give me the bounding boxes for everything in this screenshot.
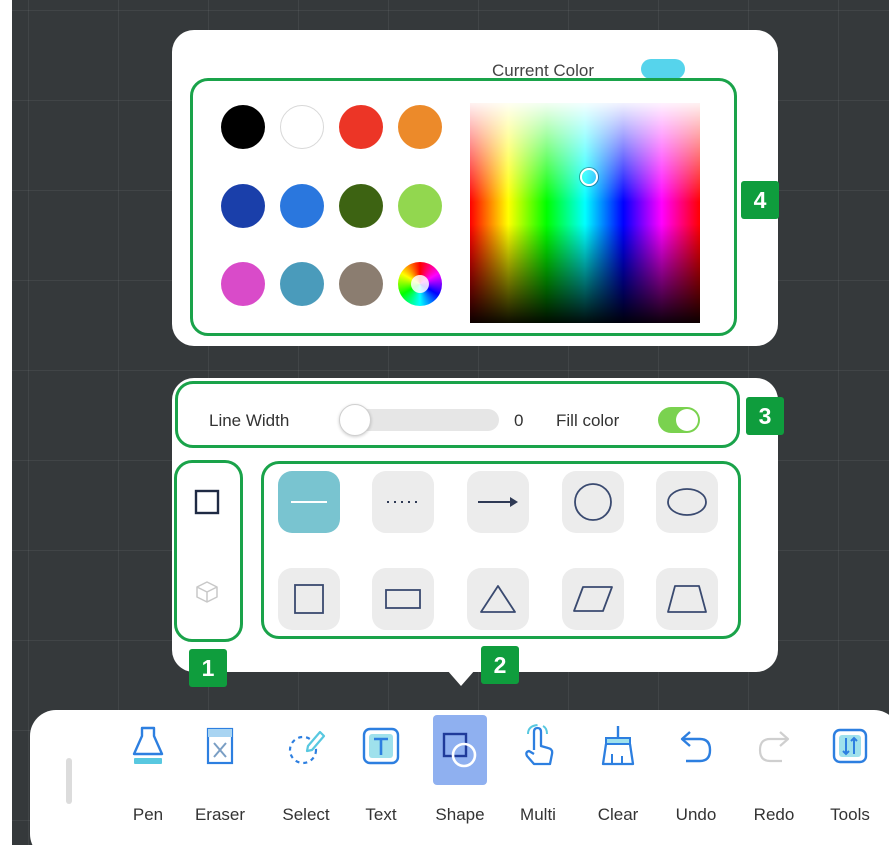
- tool-eraser-label: Eraser: [194, 805, 246, 824]
- tool-tools-label: Tools: [830, 805, 870, 824]
- tool-shape-label: Shape: [435, 805, 485, 824]
- shape-icon: [442, 732, 477, 768]
- tool-select-icon-box: [281, 715, 331, 777]
- tool-shape-icon-box: [433, 715, 487, 785]
- pen-icon: [132, 726, 164, 764]
- annotation-box-1: [174, 460, 243, 642]
- tool-eraser[interactable]: Eraser: [184, 715, 256, 835]
- tool-multi-icon-box: [513, 715, 563, 777]
- tool-undo-icon-box: [671, 715, 721, 777]
- annotation-badge-4: 4: [741, 181, 779, 219]
- tool-text-icon-box: [356, 715, 406, 777]
- panel-pointer: [447, 670, 475, 686]
- left-edge: [0, 0, 12, 845]
- tool-clear-icon-box: [593, 715, 643, 777]
- eraser-icon: [206, 727, 234, 765]
- tool-tools[interactable]: Tools: [814, 715, 886, 835]
- annotation-badge-1: 1: [189, 649, 227, 687]
- tool-select-label: Select: [282, 805, 330, 824]
- tools-icon: [832, 728, 868, 764]
- tool-redo-icon-box: [749, 715, 799, 777]
- tool-eraser-icon-box: [195, 715, 245, 777]
- tool-multi[interactable]: Multi: [502, 715, 574, 835]
- tool-undo-label: Undo: [675, 805, 717, 824]
- tool-pen-label: Pen: [132, 805, 164, 824]
- annotation-badge-2: 2: [481, 646, 519, 684]
- undo-icon: [680, 731, 712, 763]
- multi-touch-icon: [525, 724, 554, 766]
- annotation-box-3: [175, 381, 740, 448]
- tool-clear[interactable]: Clear: [582, 715, 654, 835]
- tool-redo[interactable]: Redo: [738, 715, 810, 835]
- clear-icon: [601, 726, 635, 766]
- current-color-swatch: [641, 59, 685, 79]
- tool-pen-icon-box: [123, 715, 173, 777]
- tool-select[interactable]: Select: [270, 715, 342, 835]
- text-icon: [362, 727, 400, 765]
- tool-redo-label: Redo: [753, 805, 795, 824]
- select-icon: [288, 730, 326, 765]
- tool-clear-label: Clear: [597, 805, 639, 824]
- annotation-box-2: [261, 461, 741, 639]
- tool-multi-label: Multi: [520, 805, 556, 824]
- tool-text-label: Text: [365, 805, 397, 824]
- annotation-badge-3: 3: [746, 397, 784, 435]
- tool-undo[interactable]: Undo: [660, 715, 732, 835]
- tool-tools-icon-box: [825, 715, 875, 777]
- tool-pen[interactable]: Pen: [112, 715, 184, 835]
- tool-shape[interactable]: Shape: [424, 715, 496, 835]
- toolbar-drag-handle[interactable]: [66, 758, 72, 804]
- annotation-box-4: [190, 78, 737, 336]
- tool-text[interactable]: Text: [345, 715, 417, 835]
- redo-icon: [758, 731, 790, 763]
